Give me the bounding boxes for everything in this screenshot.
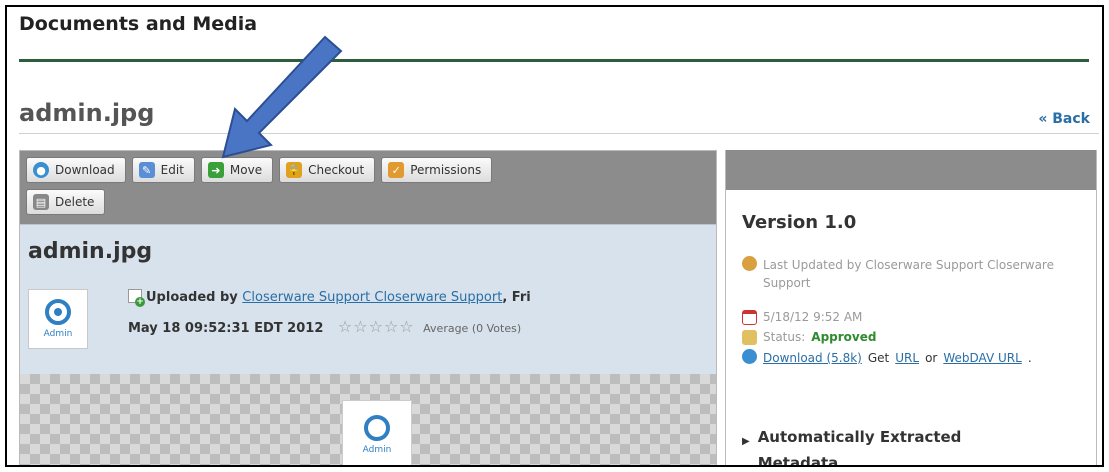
or-label: or bbox=[925, 351, 938, 365]
document-details-panel: ● Download ✎ Edit ➜ Move 🔒 Checkout ✓ Pe… bbox=[19, 150, 717, 465]
status-row: Status: Approved bbox=[742, 330, 876, 345]
metadata-toggle[interactable]: ▶ Automatically Extracted Metadata bbox=[742, 424, 978, 467]
document-title-divider bbox=[19, 133, 1099, 134]
move-button-label: Move bbox=[229, 163, 263, 177]
download-size-link[interactable]: Download (5.8k) bbox=[763, 349, 862, 367]
delete-button-label: Delete bbox=[55, 195, 95, 209]
rating-stars[interactable]: ☆☆☆☆☆ bbox=[338, 317, 415, 336]
version-sidebar: Version 1.0 Last Updated by Closerware S… bbox=[725, 150, 1097, 467]
preview-image[interactable]: Admin bbox=[342, 400, 412, 465]
checkout-button[interactable]: 🔒 Checkout bbox=[279, 157, 376, 183]
rating-average: Average (0 Votes) bbox=[423, 322, 522, 335]
download-button-label: Download bbox=[55, 163, 115, 177]
status-icon bbox=[742, 330, 757, 345]
upload-file-icon bbox=[128, 289, 145, 307]
portlet-title: Documents and Media bbox=[19, 13, 258, 35]
permissions-button-label: Permissions bbox=[410, 163, 482, 177]
status-value: Approved bbox=[811, 330, 877, 344]
globe-icon: ● bbox=[33, 162, 49, 178]
action-toolbar: ● Download ✎ Edit ➜ Move 🔒 Checkout ✓ Pe… bbox=[20, 151, 716, 224]
edit-button[interactable]: ✎ Edit bbox=[131, 157, 195, 183]
user-icon bbox=[742, 256, 757, 271]
lock-icon: 🔒 bbox=[286, 162, 303, 178]
thumbnail-label: Admin bbox=[43, 329, 73, 339]
edit-button-label: Edit bbox=[160, 163, 184, 177]
permissions-button[interactable]: ✓ Permissions bbox=[381, 157, 493, 183]
upload-date-part1: , Fri bbox=[502, 290, 531, 305]
title-divider bbox=[19, 59, 1089, 62]
upload-date-line: May 18 09:52:31 EDT 2012 ☆☆☆☆☆ Average (… bbox=[128, 317, 521, 336]
expand-triangle-icon: ▶ bbox=[742, 436, 750, 447]
file-thumbnail[interactable]: Admin bbox=[28, 289, 88, 349]
screenshot-frame: Documents and Media admin.jpg « Back ● D… bbox=[5, 5, 1104, 467]
sidebar-header-bar bbox=[726, 150, 1096, 190]
gear-icon bbox=[364, 415, 390, 441]
delete-button[interactable]: ▤ Delete bbox=[26, 189, 106, 215]
version-title: Version 1.0 bbox=[742, 212, 857, 233]
last-updated-text: Last Updated by Closerware Support Close… bbox=[763, 258, 1054, 290]
download-row: Download (5.8k) Get URL or WebDAV URL. bbox=[742, 349, 1082, 367]
globe-icon bbox=[742, 349, 757, 364]
gear-icon bbox=[45, 299, 71, 325]
preview-label: Admin bbox=[362, 445, 392, 455]
edit-icon: ✎ bbox=[138, 162, 155, 178]
move-arrow-icon: ➜ bbox=[207, 162, 224, 178]
document-title: admin.jpg bbox=[19, 99, 155, 127]
back-link[interactable]: « Back bbox=[1038, 111, 1090, 127]
calendar-icon bbox=[742, 310, 757, 325]
period: . bbox=[1027, 351, 1032, 365]
download-button[interactable]: ● Download bbox=[26, 157, 126, 183]
file-info-panel: admin.jpg Admin Uploaded by Closerware S… bbox=[20, 224, 716, 374]
permissions-icon: ✓ bbox=[388, 162, 405, 178]
file-name-heading: admin.jpg bbox=[28, 239, 153, 264]
image-preview-area: Admin bbox=[20, 374, 716, 465]
metadata-heading: Automatically Extracted Metadata bbox=[757, 428, 962, 467]
trash-icon: ▤ bbox=[33, 194, 49, 210]
webdav-url-link[interactable]: WebDAV URL bbox=[943, 349, 1021, 367]
uploader-link[interactable]: Closerware Support Closerware Support bbox=[242, 290, 502, 305]
checkout-button-label: Checkout bbox=[308, 163, 365, 177]
upload-date-part2: May 18 09:52:31 EDT 2012 bbox=[128, 321, 324, 336]
get-label: Get bbox=[867, 351, 890, 365]
url-link[interactable]: URL bbox=[895, 349, 919, 367]
move-button[interactable]: ➜ Move bbox=[200, 157, 274, 183]
upload-info: Uploaded by Closerware Support Closerwar… bbox=[128, 289, 531, 307]
version-date: 5/18/12 9:52 AM bbox=[763, 310, 863, 324]
last-updated-row: Last Updated by Closerware Support Close… bbox=[742, 256, 1082, 292]
uploaded-by-label: Uploaded by bbox=[146, 290, 238, 305]
status-label: Status: bbox=[763, 330, 806, 344]
date-row: 5/18/12 9:52 AM bbox=[742, 310, 862, 325]
